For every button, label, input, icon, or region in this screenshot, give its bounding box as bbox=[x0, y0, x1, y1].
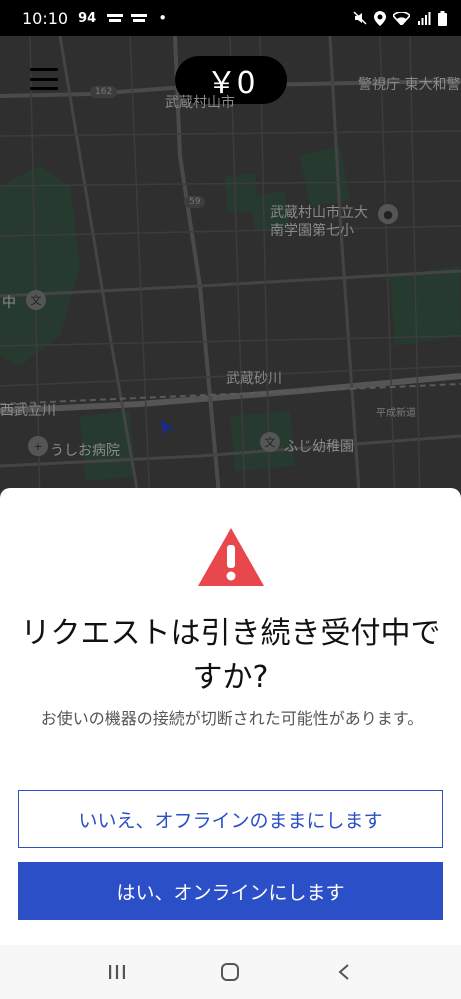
location-icon bbox=[374, 10, 386, 26]
map-label-left-edge: 中 bbox=[2, 295, 16, 311]
map-label-station-left: 西武立川 bbox=[0, 403, 56, 419]
signal-icon bbox=[418, 12, 431, 25]
school-poi-icon: 文 bbox=[26, 290, 46, 310]
kindergarten-poi-icon: 文 bbox=[260, 432, 280, 452]
status-dot: • bbox=[158, 9, 168, 27]
warning-icon bbox=[198, 528, 264, 586]
go-online-button[interactable]: はい、オンラインにします bbox=[18, 862, 443, 920]
map-label-police: 警視庁 東大和警 bbox=[358, 77, 461, 93]
home-icon bbox=[221, 963, 240, 981]
dialog-title: リクエストは引き続き受付中ですか? bbox=[20, 616, 441, 695]
map-label-kindergarten: ふじ幼稚園 bbox=[284, 439, 354, 455]
map-label-city: 武蔵村山市 bbox=[165, 95, 235, 111]
route-shield-162: 162 bbox=[90, 86, 118, 98]
status-time: 10:10 bbox=[22, 8, 69, 28]
battery-icon bbox=[438, 10, 447, 26]
school-pin-icon: ● bbox=[378, 204, 398, 224]
mute-icon bbox=[353, 11, 367, 25]
menu-button[interactable] bbox=[30, 68, 58, 90]
home-button[interactable] bbox=[210, 952, 250, 992]
reconnect-dialog: リクエストは引き続き受付中ですか? お使いの機器の接続が切断された可能性がありま… bbox=[0, 488, 461, 945]
map-label-station-center: 武蔵砂川 bbox=[226, 371, 282, 387]
current-location-icon bbox=[161, 419, 175, 435]
map-label-road: 平成新道 bbox=[376, 408, 416, 419]
map-view[interactable]: ￥0 警視庁 東大和警 武蔵村山市 162 59 武蔵村山市立大 南学園第七小 … bbox=[0, 36, 461, 506]
status-bar: 10:10 94 • bbox=[0, 0, 461, 36]
wifi-icon bbox=[393, 11, 410, 25]
dialog-message: お使いの機器の接続が切断された可能性があります。 bbox=[40, 709, 424, 728]
route-shield-59: 59 bbox=[184, 196, 206, 208]
map-label-school-1: 武蔵村山市立大 bbox=[270, 205, 368, 221]
recent-apps-button[interactable] bbox=[97, 952, 137, 992]
back-icon bbox=[338, 964, 349, 980]
system-nav-bar bbox=[0, 945, 461, 999]
notification-icon bbox=[131, 14, 148, 22]
recent-apps-icon bbox=[108, 965, 125, 979]
map-label-school-2: 南学園第七小 bbox=[270, 223, 354, 239]
stay-offline-button[interactable]: いいえ、オフラインのままにします bbox=[18, 790, 443, 848]
notification-icon bbox=[107, 14, 124, 22]
map-label-hospital: うしお病院 bbox=[50, 443, 120, 459]
hospital-poi-icon: + bbox=[28, 436, 48, 456]
status-indicator: 94 bbox=[78, 10, 97, 26]
back-button[interactable] bbox=[324, 952, 364, 992]
